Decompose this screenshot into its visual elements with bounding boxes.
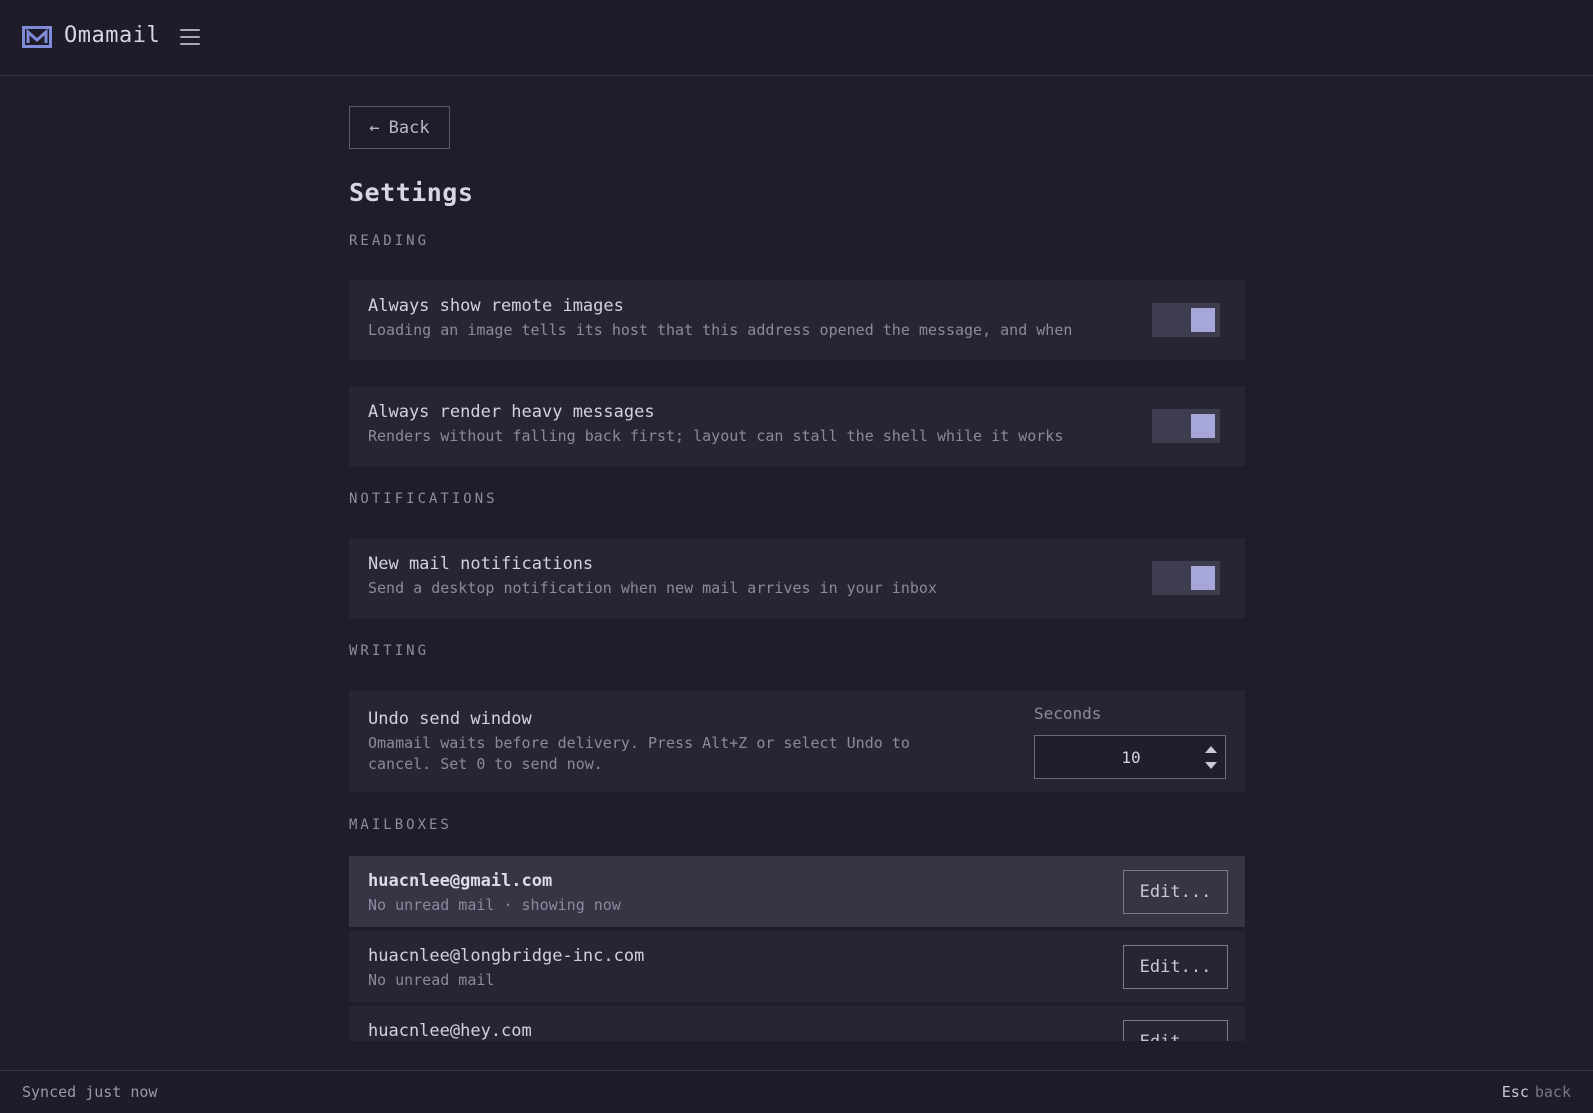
setting-description: Renders without falling back first; layo… xyxy=(368,427,1064,445)
mailbox-email: huacnlee@hey.com xyxy=(368,1021,532,1041)
setting-new-mail-notifications: New mail notifications Send a desktop no… xyxy=(349,538,1245,618)
esc-back-hint[interactable]: Esc back xyxy=(1502,1083,1571,1101)
section-mailboxes: MAILBOXES xyxy=(349,817,452,833)
edit-mailbox-button[interactable]: Edit... xyxy=(1123,1020,1228,1041)
decrement-arrow-icon[interactable] xyxy=(1205,762,1217,769)
setting-heavy-messages: Always render heavy messages Renders wit… xyxy=(349,386,1245,466)
edit-mailbox-button[interactable]: Edit... xyxy=(1123,945,1228,989)
page-title: Settings xyxy=(349,178,474,207)
mailbox-item[interactable]: huacnlee@gmail.com No unread mail · show… xyxy=(349,856,1245,927)
arrow-left-icon: ← xyxy=(369,117,380,138)
back-button-label: Back xyxy=(388,117,430,138)
app-title: Omamail xyxy=(64,23,161,48)
heavy-messages-toggle[interactable] xyxy=(1152,409,1220,443)
setting-description-line1: Omamail waits before delivery. Press Alt… xyxy=(368,734,910,752)
section-writing: WRITING xyxy=(349,643,430,659)
undo-seconds-input[interactable] xyxy=(1035,736,1227,778)
mailbox-item[interactable]: huacnlee@hey.com Edit... xyxy=(349,1006,1245,1041)
setting-description: Loading an image tells its host that thi… xyxy=(368,321,1073,339)
toggle-knob xyxy=(1191,414,1215,438)
section-reading: READING xyxy=(349,233,430,249)
new-mail-notifications-toggle[interactable] xyxy=(1152,561,1220,595)
top-bar: Omamail xyxy=(0,0,1593,76)
setting-undo-send: Undo send window Omamail waits before de… xyxy=(349,690,1245,792)
setting-title: Always show remote images xyxy=(368,296,624,316)
sync-status: Synced just now xyxy=(22,1083,158,1101)
mailbox-status: No unread mail xyxy=(368,971,495,989)
increment-arrow-icon[interactable] xyxy=(1205,746,1217,753)
hamburger-menu-icon[interactable] xyxy=(180,29,200,47)
undo-seconds-stepper xyxy=(1034,735,1227,779)
setting-title: Always render heavy messages xyxy=(368,402,655,422)
setting-remote-images: Always show remote images Loading an ima… xyxy=(349,280,1245,360)
toggle-knob xyxy=(1191,308,1215,332)
esc-key: Esc xyxy=(1501,1083,1529,1101)
mailbox-email: huacnlee@gmail.com xyxy=(368,871,553,891)
mailbox-status: No unread mail · showing now xyxy=(368,896,621,914)
mailbox-email: huacnlee@longbridge-inc.com xyxy=(368,946,645,966)
setting-description-line2: cancel. Set 0 to send now. xyxy=(368,755,603,773)
section-notifications: NOTIFICATIONS xyxy=(349,491,498,507)
mail-logo-icon xyxy=(22,26,52,48)
esc-label: back xyxy=(1534,1083,1571,1101)
setting-description: Send a desktop notification when new mai… xyxy=(368,579,937,597)
mailbox-list: huacnlee@gmail.com No unread mail · show… xyxy=(349,856,1245,1041)
setting-title: New mail notifications xyxy=(368,554,594,574)
mailbox-item[interactable]: huacnlee@longbridge-inc.com No unread ma… xyxy=(349,931,1245,1002)
status-bar: Synced just now Esc back xyxy=(0,1070,1593,1113)
back-button[interactable]: ← Back xyxy=(349,106,450,149)
settings-content: ← Back Settings READING Always show remo… xyxy=(349,106,1245,833)
remote-images-toggle[interactable] xyxy=(1152,303,1220,337)
edit-mailbox-button[interactable]: Edit... xyxy=(1123,870,1228,914)
seconds-label: Seconds xyxy=(1034,704,1102,723)
toggle-knob xyxy=(1191,566,1215,590)
setting-title: Undo send window xyxy=(368,709,532,729)
